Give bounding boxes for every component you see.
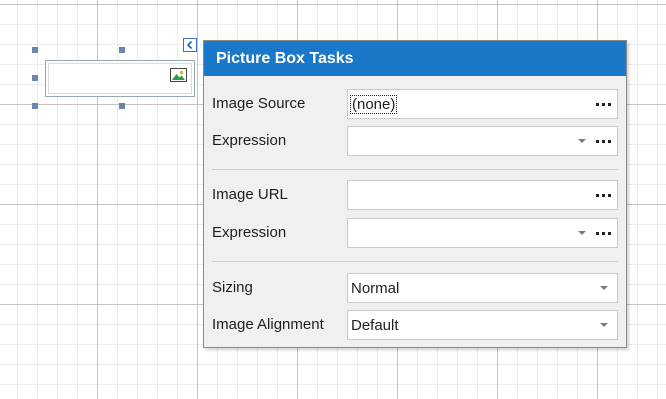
resize-handle-top-center[interactable] [119, 47, 125, 53]
divider [212, 169, 618, 170]
smart-tag-button[interactable] [183, 38, 197, 52]
url-expression-field[interactable] [347, 218, 618, 248]
ellipsis-icon [596, 103, 612, 106]
image-alignment-label: Image Alignment [212, 316, 324, 333]
sizing-value: Normal [351, 280, 400, 297]
sizing-row: Sizing Normal [204, 273, 626, 303]
source-expression-label: Expression [212, 132, 287, 149]
ellipsis-icon [596, 194, 612, 197]
ellipsis-icon [596, 232, 612, 235]
url-expression-label: Expression [212, 224, 287, 241]
picture-box-control[interactable] [45, 60, 195, 97]
source-expression-row: Expression [204, 126, 626, 156]
chevron-down-icon[interactable] [575, 127, 589, 155]
chevron-down-icon[interactable] [597, 274, 611, 302]
source-expression-field[interactable] [347, 126, 618, 156]
url-expression-row: Expression [204, 218, 626, 248]
ellipsis-icon [596, 140, 612, 143]
resize-handle-middle-left[interactable] [32, 75, 38, 81]
image-alignment-value: Default [351, 317, 399, 334]
sizing-label: Sizing [212, 279, 253, 296]
url-expression-editor-button[interactable] [595, 219, 613, 247]
image-url-label: Image URL [212, 186, 288, 203]
resize-handle-bottom-center[interactable] [119, 103, 125, 109]
image-source-label: Image Source [212, 95, 306, 112]
image-alignment-row: Image Alignment Default [204, 310, 626, 340]
image-url-field[interactable] [347, 180, 618, 210]
image-url-row: Image URL [204, 180, 626, 210]
resize-handle-top-left[interactable] [32, 47, 38, 53]
image-source-field[interactable]: (none) [347, 89, 618, 119]
chevron-down-icon[interactable] [575, 219, 589, 247]
panel-title: Picture Box Tasks [204, 41, 626, 76]
image-source-row: Image Source (none) [204, 89, 626, 119]
divider [212, 261, 618, 262]
image-source-value: (none) [349, 95, 398, 114]
source-expression-editor-button[interactable] [595, 127, 613, 155]
image-source-browse-button[interactable] [595, 90, 613, 118]
image-url-browse-button[interactable] [595, 181, 613, 209]
chevron-down-icon[interactable] [597, 311, 611, 339]
chevron-left-icon [186, 40, 193, 50]
sizing-select[interactable]: Normal [347, 273, 618, 303]
resize-handle-bottom-left[interactable] [32, 103, 38, 109]
image-alignment-select[interactable]: Default [347, 310, 618, 340]
picture-box-tasks-panel: Picture Box Tasks Image Source (none) Ex… [203, 40, 627, 348]
image-icon [170, 68, 187, 82]
